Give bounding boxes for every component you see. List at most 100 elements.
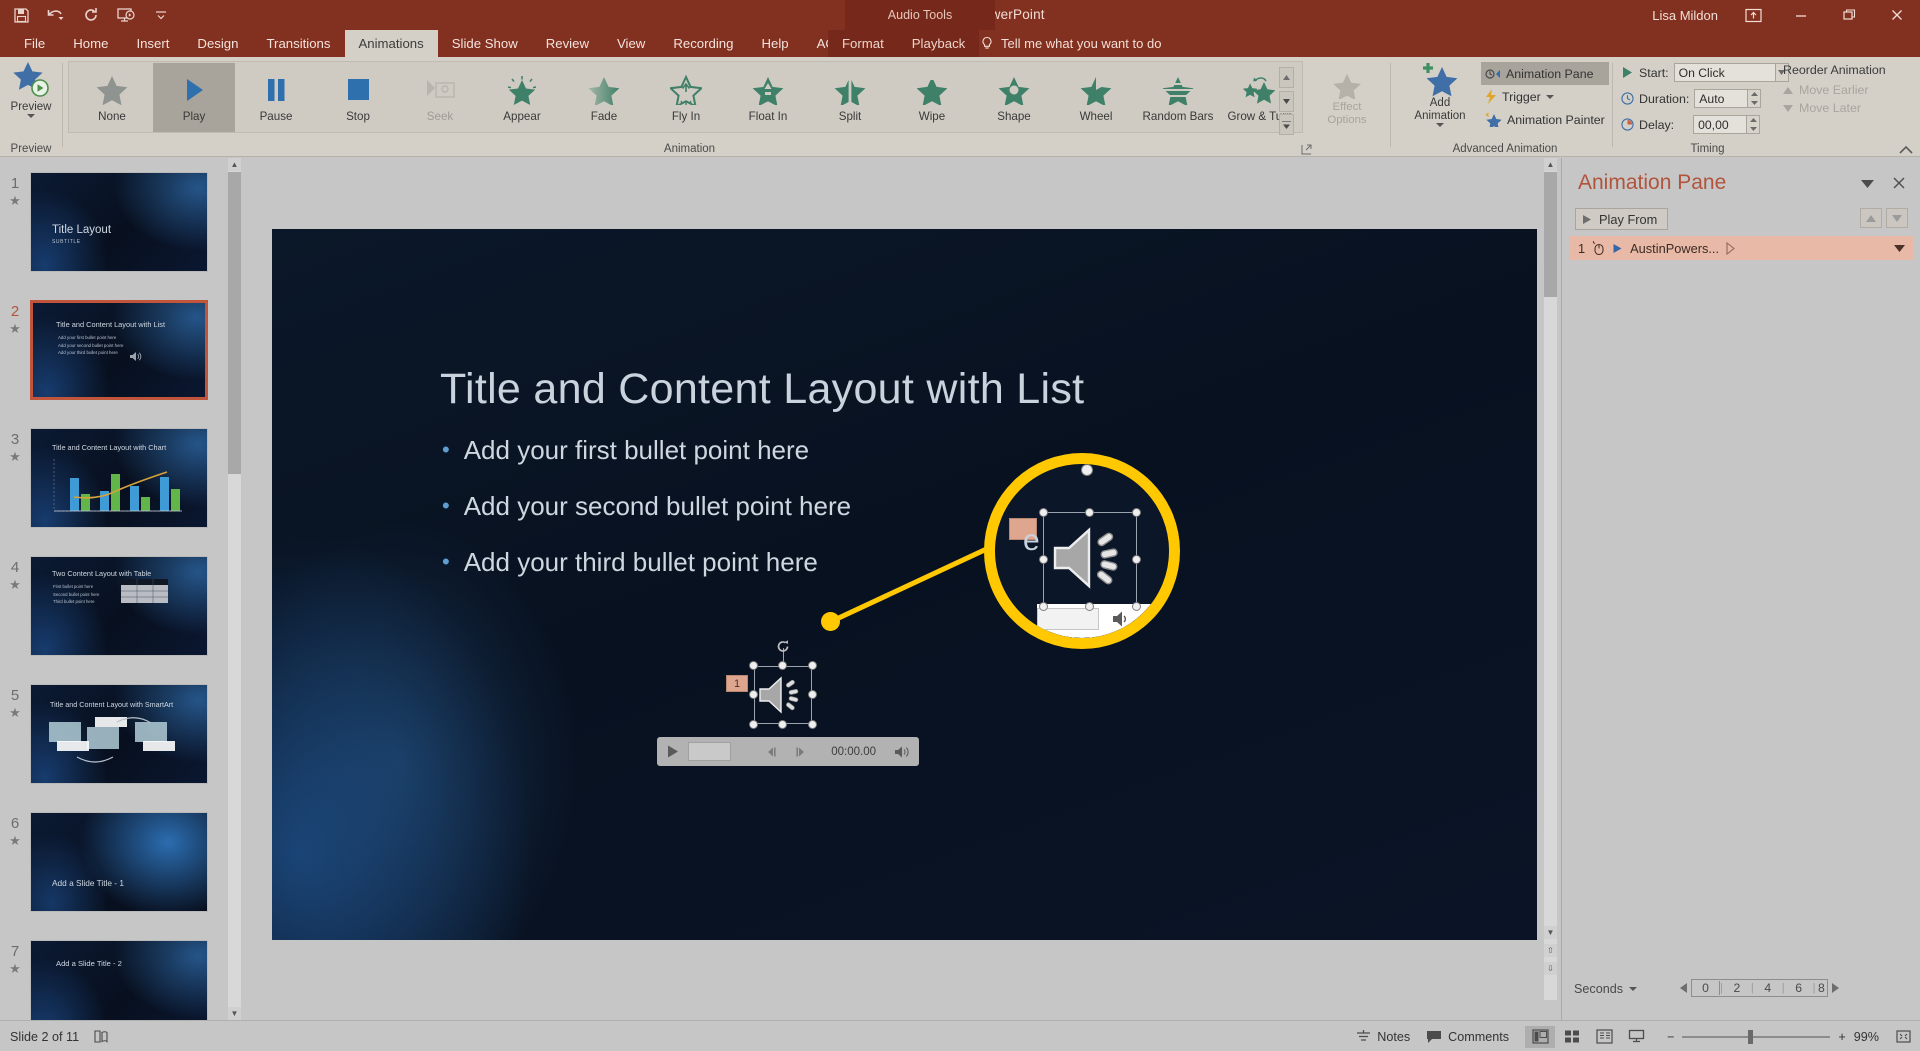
animation-painter-button[interactable]: Animation Painter [1481, 108, 1609, 131]
zoom-slider[interactable]: − + 99% [1667, 1029, 1879, 1044]
previous-slide-button[interactable]: ⇧ [1544, 944, 1557, 957]
zoom-track[interactable] [1682, 1029, 1831, 1044]
resize-handle-sw[interactable] [749, 720, 758, 729]
ribbon-display-options-icon[interactable] [1740, 4, 1766, 26]
animation-order-tag[interactable]: 1 [726, 675, 748, 692]
gallery-scroll-buttons[interactable] [1279, 67, 1294, 135]
zoom-in-button[interactable]: + [1838, 1030, 1845, 1044]
tab-recording[interactable]: Recording [659, 30, 747, 57]
slide-panel-scroll-thumb[interactable] [228, 172, 241, 474]
editor-scroll-thumb[interactable] [1544, 172, 1557, 297]
fit-slide-icon[interactable] [1895, 1029, 1912, 1044]
animation-pause[interactable]: Pause [235, 63, 317, 132]
tab-help[interactable]: Help [747, 30, 802, 57]
thumbnail-image[interactable]: Add a Slide Title - 1 [30, 812, 208, 912]
timeline-scroll-right-icon[interactable] [1831, 983, 1840, 993]
tab-slide-show[interactable]: Slide Show [438, 30, 532, 57]
scroll-up-arrow-icon[interactable]: ▲ [1544, 158, 1557, 171]
slide-canvas[interactable]: Title and Content Layout with List • Add… [272, 229, 1537, 940]
slide-sorter-view-button[interactable] [1557, 1026, 1587, 1048]
thumbnail-slide-2[interactable]: 2 ★ Title and Content Layout with List A… [0, 300, 225, 400]
audio-player-bar[interactable]: 00:00.00 [657, 737, 919, 766]
account-name[interactable]: Lisa Mildon [1652, 8, 1718, 23]
zoom-knob[interactable] [1748, 1029, 1754, 1044]
normal-view-button[interactable] [1525, 1025, 1556, 1048]
delay-input[interactable]: 00,00 [1693, 115, 1748, 134]
thumbnail-image[interactable]: Title Layout SUBTITLE [30, 172, 208, 272]
thumbnail-slide-3[interactable]: 3 ★ Title and Content Layout with Chart [0, 428, 225, 528]
thumbnail-slide-1[interactable]: 1 ★ Title Layout SUBTITLE [0, 172, 225, 272]
rotate-handle[interactable] [776, 639, 791, 654]
tab-design[interactable]: Design [183, 30, 252, 57]
thumbnail-slide-6[interactable]: 6 ★ Add a Slide Title - 1 [0, 812, 225, 912]
animation-star-icon[interactable]: ★ [0, 448, 30, 465]
chevron-down-icon[interactable] [1894, 244, 1905, 252]
tab-playback[interactable]: Playback [898, 30, 980, 57]
slide-count-label[interactable]: Slide 2 of 11 [10, 1030, 79, 1044]
audio-object[interactable]: 1 [726, 640, 817, 729]
delay-stepper[interactable] [1747, 115, 1761, 134]
seconds-dropdown[interactable]: Seconds [1574, 982, 1638, 996]
step-back-icon[interactable] [765, 746, 777, 758]
animation-dialog-launcher-icon[interactable] [1301, 144, 1312, 155]
gallery-scroll-up-button[interactable] [1279, 67, 1294, 88]
trigger-button[interactable]: Trigger [1481, 85, 1609, 108]
scroll-down-arrow-icon[interactable]: ▼ [1544, 926, 1557, 939]
animation-list-item[interactable]: 1 AustinPowers... [1570, 236, 1913, 260]
tab-format[interactable]: Format [828, 30, 898, 57]
reading-view-button[interactable] [1589, 1026, 1619, 1048]
tab-review[interactable]: Review [532, 30, 603, 57]
resize-handle-ne[interactable] [808, 661, 817, 670]
animation-star-icon[interactable]: ★ [0, 192, 30, 209]
thumbnail-slide-7[interactable]: 7 ★ Add a Slide Title - 2 [0, 940, 225, 1020]
step-forward-icon[interactable] [795, 746, 807, 758]
slide-panel-scrollbar[interactable]: ▲ ▼ [228, 158, 241, 1020]
notes-button[interactable]: Notes [1356, 1029, 1410, 1044]
tab-transitions[interactable]: Transitions [252, 30, 344, 57]
chevron-down-icon[interactable] [27, 114, 35, 118]
play-icon[interactable] [665, 744, 680, 759]
thumbnail-image[interactable]: Title and Content Layout with Chart [30, 428, 208, 528]
slide-thumbnail-panel[interactable]: 1 ★ Title Layout SUBTITLE 2 ★ Title and … [0, 158, 240, 1020]
resize-handle-nw[interactable] [749, 661, 758, 670]
animation-star-icon[interactable]: ★ [0, 704, 30, 721]
move-down-button[interactable] [1886, 208, 1908, 228]
resize-handle-n[interactable] [778, 661, 787, 670]
thumbnail-slide-5[interactable]: 5 ★ Title and Content Layout with SmartA… [0, 684, 225, 784]
thumbnail-image[interactable]: Two Content Layout with Table First bull… [30, 556, 208, 656]
accessibility-checker-icon[interactable] [93, 1029, 109, 1044]
start-select[interactable]: On Click [1673, 63, 1776, 82]
audio-progress-track[interactable] [688, 742, 732, 761]
animation-wipe[interactable]: Wipe [891, 63, 973, 132]
resize-handle-se[interactable] [808, 720, 817, 729]
animation-fly-in[interactable]: Fly In [645, 63, 727, 132]
preview-button[interactable]: Preview [3, 60, 59, 138]
thumbnail-image[interactable]: Title and Content Layout with List Add y… [30, 300, 208, 400]
comments-button[interactable]: Comments [1426, 1030, 1509, 1044]
animation-none[interactable]: None [71, 63, 153, 132]
tab-home[interactable]: Home [59, 30, 122, 57]
editor-vertical-scrollbar[interactable]: ▲ ▼ ⇧ ⇩ [1544, 158, 1557, 1000]
animation-random-bars[interactable]: Random Bars [1137, 63, 1219, 132]
duration-bar-icon[interactable] [1726, 241, 1736, 255]
scroll-up-arrow-icon[interactable]: ▲ [228, 158, 241, 171]
timeline-scroll-left-icon[interactable] [1680, 983, 1688, 993]
thumbnail-image[interactable]: Title and Content Layout with SmartArt [30, 684, 208, 784]
animation-play[interactable]: Play [153, 63, 235, 132]
animation-timeline[interactable]: 0 | 2 | 4 | 6 | 8 [1680, 978, 1902, 998]
animation-pane-toggle[interactable]: Animation Pane [1481, 62, 1609, 85]
animation-stop[interactable]: Stop [317, 63, 399, 132]
volume-icon[interactable] [894, 745, 911, 759]
add-animation-button[interactable]: Add Animation [1403, 61, 1477, 137]
animation-star-icon[interactable]: ★ [0, 576, 30, 593]
animation-star-icon[interactable]: ★ [0, 832, 30, 849]
thumbnail-image[interactable]: Add a Slide Title - 2 [30, 940, 208, 1020]
tab-view[interactable]: View [603, 30, 659, 57]
duration-stepper[interactable] [1748, 89, 1762, 108]
duration-input[interactable]: Auto [1694, 89, 1749, 108]
thumbnail-slide-4[interactable]: 4 ★ Two Content Layout with Table First … [0, 556, 225, 656]
slide-body-placeholder[interactable]: • Add your first bullet point here • Add… [442, 435, 1342, 603]
chevron-down-icon[interactable] [1436, 123, 1444, 127]
move-up-button[interactable] [1860, 208, 1882, 228]
animation-gallery[interactable]: None Play Pause Stop Seek Appear Fade Fl… [68, 61, 1303, 135]
